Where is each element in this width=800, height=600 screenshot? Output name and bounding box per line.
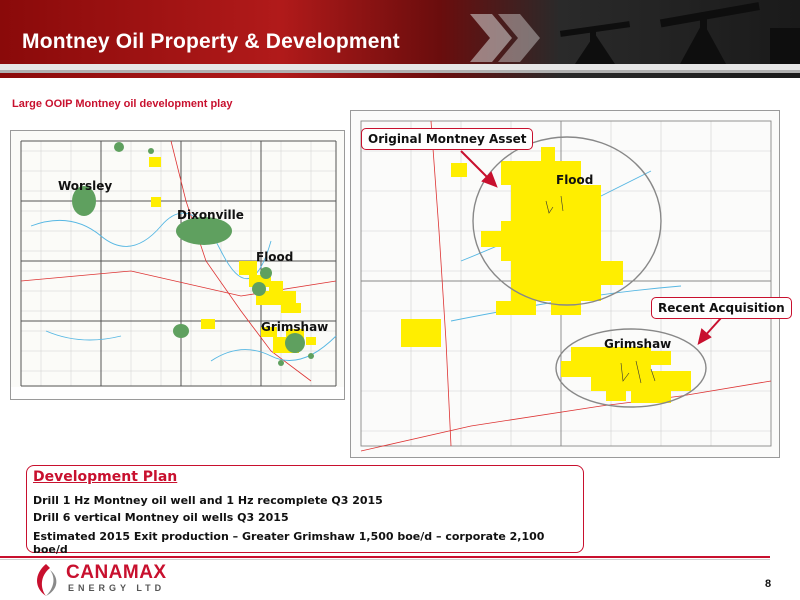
footer-divider-shadow [0,559,770,560]
logo-name: CANAMAX [66,562,167,583]
callout-recent-acquisition: Recent Acquisition [651,297,792,319]
logo-subtitle: ENERGY LTD [68,583,166,593]
canamax-logo-icon [37,564,57,596]
right-map-graphic [351,111,779,457]
label-worsley: Worsley [58,179,113,193]
page-number: 8 [765,578,772,590]
label-grimshaw-right: Grimshaw [604,337,672,351]
plan-line-1: Drill 1 Hz Montney oil well and 1 Hz rec… [33,494,383,507]
plan-line-2: Drill 6 vertical Montney oil wells Q3 20… [33,511,289,524]
label-dixonville: Dixonville [177,208,244,222]
development-plan-box: Development Plan Drill 1 Hz Montney oil … [26,465,584,556]
left-map: Worsley Dixonville Flood Grimshaw [10,130,345,400]
page-title: Montney Oil Property & Development [22,30,400,53]
header-banner: Montney Oil Property & Development [0,0,800,78]
label-grimshaw-left: Grimshaw [261,320,329,334]
right-map: Flood Grimshaw [350,110,780,458]
label-flood-left: Flood [256,250,294,264]
callout-original-montney-asset: Original Montney Asset [361,128,534,150]
label-flood-right: Flood [556,173,594,187]
plan-line-3: Estimated 2015 Exit production – Greater… [33,530,545,556]
development-plan-title: Development Plan [33,469,178,485]
slide-subtitle: Large OOIP Montney oil development play [12,98,233,110]
footer-divider [0,556,770,558]
left-map-graphic [11,131,344,399]
header-divider-shadow [0,70,800,73]
